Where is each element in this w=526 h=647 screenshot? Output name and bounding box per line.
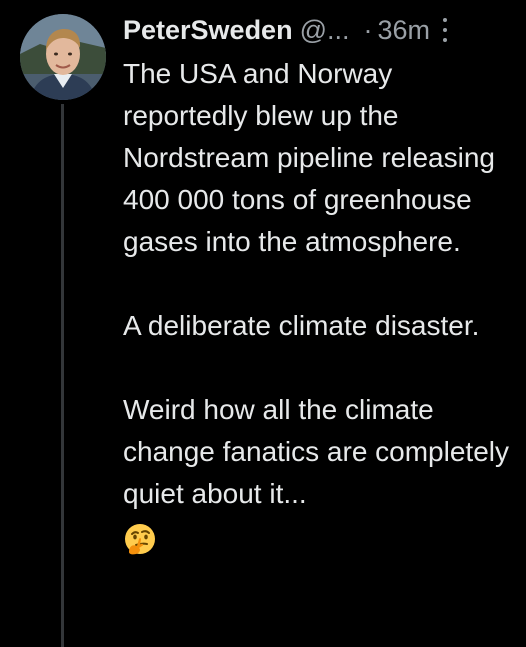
separator-dot: · — [363, 15, 373, 45]
more-dot — [443, 18, 448, 22]
display-name[interactable]: PeterSweden — [123, 12, 293, 48]
thread-line — [61, 104, 64, 647]
more-options-icon[interactable] — [440, 18, 450, 42]
tweet-text: The USA and Norway reportedly blew up th… — [123, 53, 518, 557]
profile-photo-icon — [20, 14, 106, 100]
thinking-face-icon — [123, 522, 157, 556]
tweet-paragraph: A deliberate climate disaster. — [123, 310, 480, 341]
tweet-header: PeterSweden @... · 36m — [123, 10, 518, 50]
tweet-paragraph: The USA and Norway reportedly blew up th… — [123, 58, 495, 257]
user-handle[interactable]: @... — [300, 12, 350, 48]
timestamp[interactable]: 36m — [378, 12, 431, 48]
more-dot — [443, 38, 448, 42]
tweet-paragraph: Weird how all the climate change fanatic… — [123, 394, 509, 509]
avatar[interactable] — [20, 14, 106, 100]
more-dot — [443, 28, 448, 32]
tweet: PeterSweden @... · 36m The USA and Norwa… — [0, 0, 526, 647]
